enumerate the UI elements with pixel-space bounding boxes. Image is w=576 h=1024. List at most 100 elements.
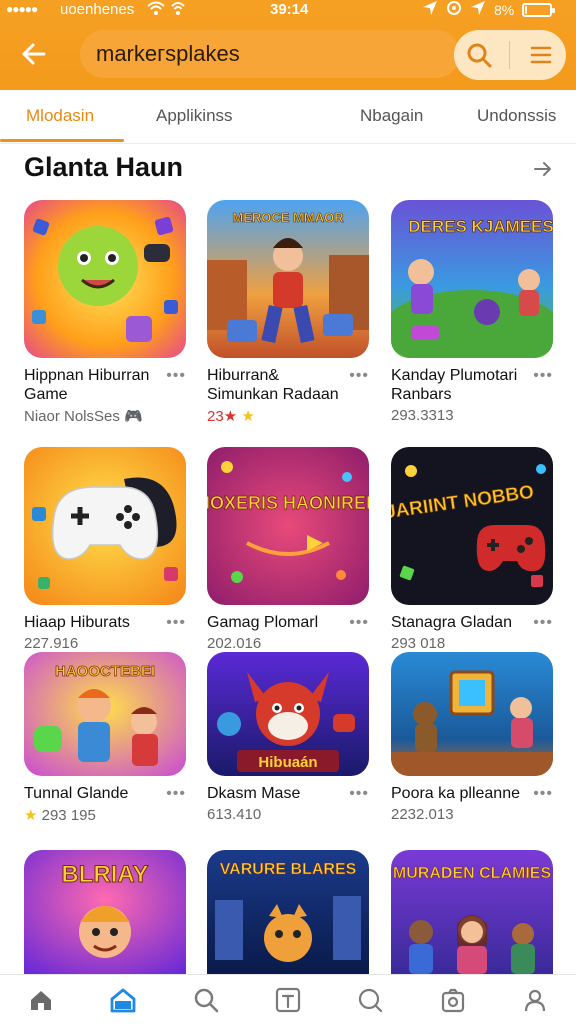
more-options-icon[interactable]: ••• [349, 614, 369, 632]
app-thumbnail: MOXERIS HAONIREM [207, 447, 369, 605]
thumb-text: Hibuaán [258, 754, 317, 771]
active-tab-indicator [0, 139, 124, 142]
nav-profile[interactable] [515, 980, 555, 1020]
app-card[interactable]: MEROCE MMAOR Hiburran& Simunkan Radaan •… [207, 200, 369, 425]
tab-0[interactable]: Mlоdasin [26, 106, 94, 126]
magnifier-icon [359, 988, 383, 1012]
status-right: 8% [422, 0, 556, 20]
app-thumbnail: HAOOCTEBEI [24, 652, 186, 776]
app-thumbnail: Hibuaán [207, 652, 369, 776]
app-thumbnail: VARURE BLARES [207, 850, 369, 974]
app-meta-text: 293 195 [41, 807, 96, 824]
user-icon [524, 989, 545, 1011]
app-card[interactable]: Hippnan Hiburran Game ••• Niaor NolsSes … [24, 200, 186, 425]
alarm-icon [446, 0, 462, 20]
search-input[interactable] [96, 41, 436, 67]
more-options-icon[interactable]: ••• [533, 367, 553, 385]
thumb-text: BLRIAY [61, 861, 148, 888]
nav-home[interactable] [21, 980, 61, 1020]
nav-store[interactable] [103, 980, 143, 1020]
app-thumbnail: BLRIAY [24, 850, 186, 974]
carrier-name: uoenhenes [60, 1, 135, 18]
menu-button[interactable] [521, 35, 561, 75]
nav-search[interactable] [186, 980, 226, 1020]
more-options-icon[interactable]: ••• [349, 785, 369, 803]
app-meta: 293 018 [391, 635, 446, 652]
app-card[interactable]: MURADEN CLAMIES [391, 850, 553, 974]
app-thumbnail [391, 652, 553, 776]
app-card[interactable]: Hibuaán Dkasm Mase ••• 613.410 [207, 652, 369, 823]
app-thumbnail: DERES KJAMEES [391, 200, 553, 358]
battery-percent: 8% [494, 2, 515, 18]
app-title: Poora ka plleanne [391, 785, 520, 802]
app-card[interactable]: Poora ka plleanne ••• 2232.013 [391, 652, 553, 823]
section-title: Glanta Haun [24, 152, 184, 182]
search-bar[interactable] [80, 30, 460, 78]
app-meta: 227.916 [24, 635, 79, 652]
thumb-text: MURADEN CLAMIES [393, 865, 552, 882]
chevron-right-icon [534, 162, 551, 176]
app-meta: 613.410 [207, 806, 262, 823]
nav-discover[interactable] [350, 980, 390, 1020]
tab-3[interactable]: Undonssis [477, 106, 556, 126]
app-card[interactable]: BLRIAY [24, 850, 186, 974]
more-options-icon[interactable]: ••• [349, 367, 369, 385]
more-options-icon[interactable]: ••• [166, 785, 186, 803]
signal-icon: ●●●●● [6, 2, 38, 16]
thumb-text: VARURE BLARES [220, 861, 357, 878]
more-options-icon[interactable]: ••• [166, 614, 186, 632]
more-options-icon[interactable]: ••• [533, 614, 553, 632]
app-title: Stanagra Gladan [391, 614, 512, 631]
thumb-text: MEROCE MMAOR [232, 210, 344, 225]
app-thumbnail [24, 200, 186, 358]
status-bar: ●●●●● uoenhenes 39:14 8% [0, 0, 576, 20]
tab-1[interactable]: Applikinss [156, 106, 233, 126]
store-icon [111, 988, 136, 1012]
app-meta: 2232.013 [391, 806, 454, 823]
app-rating: 23★ [207, 408, 238, 425]
app-title: Hippnan Hiburran Game [24, 367, 150, 403]
app-thumbnail [24, 447, 186, 605]
app-meta: Niaor NolsSes 🎮 [24, 407, 186, 425]
section-more-button[interactable] [530, 156, 556, 182]
header-actions [454, 30, 566, 80]
app-thumbnail: MEROCE MMAOR [207, 200, 369, 358]
app-meta-text: Niaor NolsSes [24, 408, 120, 425]
more-options-icon[interactable]: ••• [533, 785, 553, 803]
navigation-icon [470, 0, 486, 20]
wifi-icon [146, 0, 186, 18]
app-card[interactable]: MOXERIS HAONIREM Gamag Plomarl ••• 202.0… [207, 447, 369, 652]
back-button[interactable] [16, 36, 52, 72]
app-title: Kanday Plumotari Ranbars [391, 367, 518, 403]
app-card[interactable]: TUARIINT NOBBO Stanagra Gladan ••• 293 0… [391, 447, 553, 652]
home-icon [31, 990, 52, 1010]
category-tabs: Mlоdasin Applikinss Nbagain Undonssis [0, 92, 576, 144]
app-title: Hiaap Hiburats [24, 614, 130, 631]
thumb-text: DERES KJAMEES [408, 217, 553, 236]
search-icon [467, 43, 492, 68]
app-card[interactable]: DERES KJAMEES Kanday Plumotari Ranbars •… [391, 200, 553, 424]
tab-2[interactable]: Nbagain [360, 106, 423, 126]
app-meta: ★ 293 195 [24, 806, 186, 824]
app-card[interactable]: HAOOCTEBEI Tunnal Glande ••• ★ 293 195 [24, 652, 186, 824]
arrow-left-icon [22, 43, 46, 65]
app-title: Tunnal Glande [24, 785, 129, 802]
app-meta: 202.016 [207, 635, 262, 652]
clock: 39:14 [270, 1, 309, 18]
nav-camera[interactable] [433, 980, 473, 1020]
location-icon [422, 0, 438, 20]
app-card[interactable]: VARURE BLARES [207, 850, 369, 974]
app-title: Gamag Plomarl [207, 614, 319, 631]
app-card[interactable]: Hiaap Hiburats ••• 227.916 [24, 447, 186, 652]
battery-icon [522, 3, 556, 17]
thumb-text: MOXERIS HAONIREM [207, 493, 369, 513]
nav-text[interactable] [268, 980, 308, 1020]
bottom-navigation [0, 974, 576, 1024]
search-icon [194, 988, 218, 1012]
search-button[interactable] [459, 35, 499, 75]
more-options-icon[interactable]: ••• [166, 367, 186, 385]
app-title: Dkasm Mase [207, 785, 301, 802]
app-thumbnail: MURADEN CLAMIES [391, 850, 553, 974]
t-square-icon [275, 987, 301, 1012]
app-title: Hiburran& Simunkan Radaan [207, 367, 339, 403]
